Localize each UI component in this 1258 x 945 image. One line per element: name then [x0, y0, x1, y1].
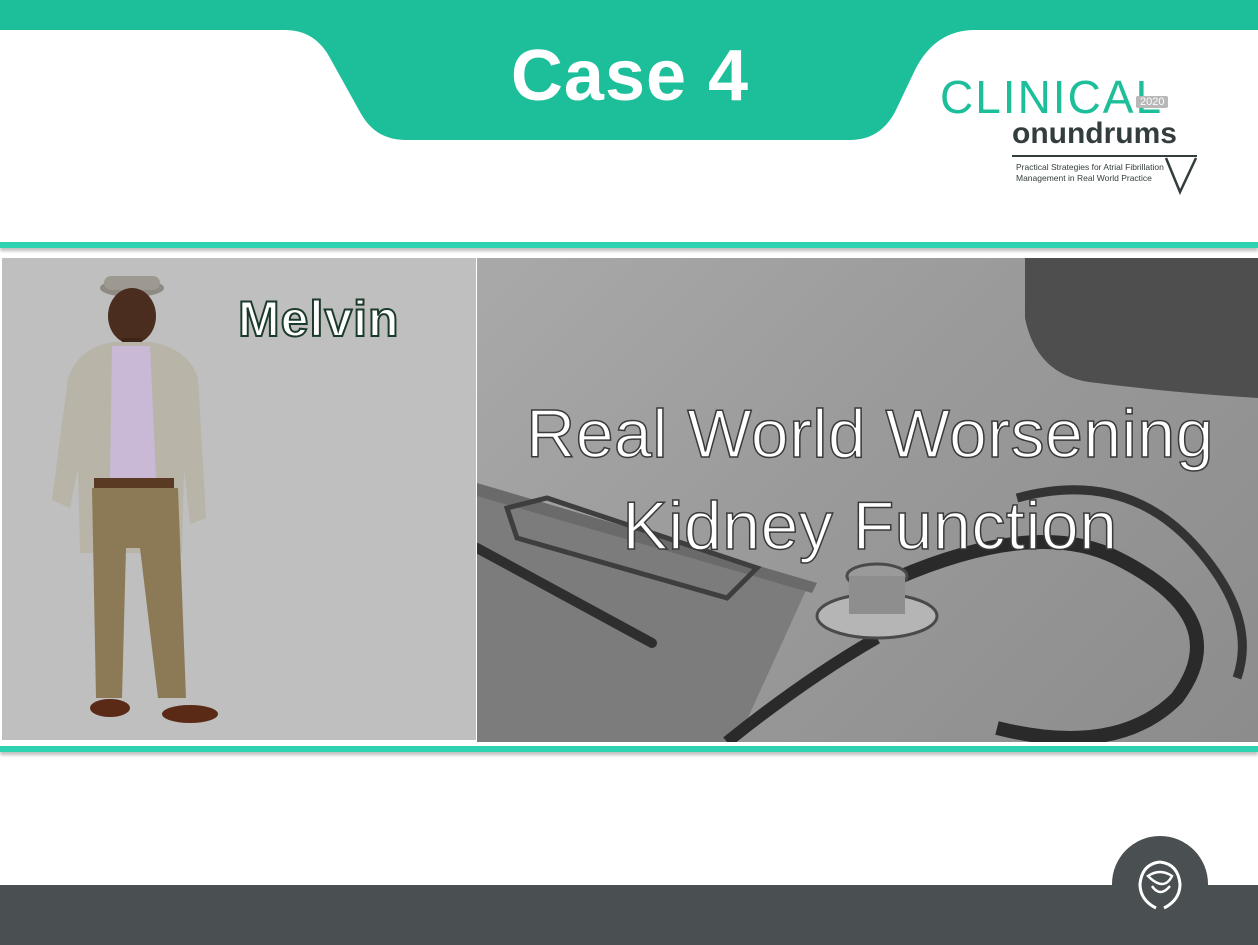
logo-v-mark-icon [1164, 157, 1198, 196]
logo-conundrums-text: onundrums [1012, 117, 1177, 150]
slide-title-line1: Real World Worsening [525, 395, 1214, 473]
top-divider-rule [0, 242, 1258, 248]
clinical-conundrums-logo: CLINICAL 2020 onundrums Practical Strate… [940, 72, 1220, 202]
slide-title: Real World Worsening Kidney Function [510, 388, 1230, 572]
organization-emblem-icon [1138, 860, 1182, 910]
logo-year: 2020 [1136, 96, 1169, 108]
bottom-divider-rule [0, 746, 1258, 752]
logo-clinical-text: CLINICAL [940, 71, 1164, 123]
footer-badge [1112, 836, 1208, 932]
case-title: Case 4 [510, 36, 750, 116]
patient-name: Melvin [237, 290, 400, 348]
footer-bar [0, 885, 1258, 945]
patient-photo-illustration [52, 276, 218, 723]
slide-title-line2: Kidney Function [622, 487, 1118, 565]
